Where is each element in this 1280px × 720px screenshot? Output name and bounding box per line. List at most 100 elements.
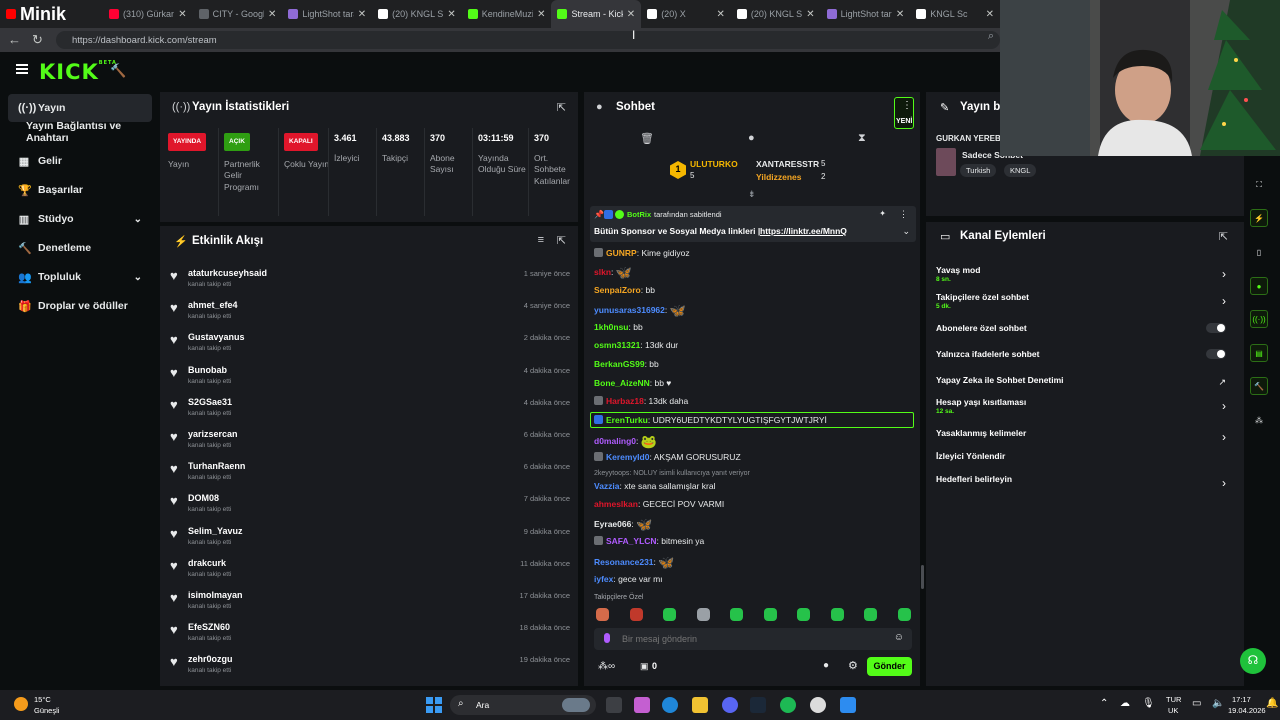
browser-tab[interactable]: (20) X ✕: [641, 0, 731, 28]
back-icon[interactable]: ←: [8, 32, 21, 47]
chat-message[interactable]: yunusaras316962: 🦋: [594, 303, 686, 319]
browser-tab[interactable]: CITY - Google ✕: [193, 0, 283, 28]
hourglass-icon[interactable]: ⧗: [858, 132, 866, 145]
points-icon[interactable]: ⁂∞: [598, 661, 615, 672]
chat-input[interactable]: [622, 630, 882, 648]
chat-message[interactable]: slkn: 🦋: [594, 265, 632, 281]
chevron-right-icon[interactable]: ›: [1222, 267, 1226, 281]
browser-tab[interactable]: KendineMuzisy✕: [462, 0, 552, 28]
network-icon[interactable]: ☁: [1120, 698, 1130, 709]
chat-input-box[interactable]: ☺: [594, 628, 912, 650]
follower-name[interactable]: DOM08: [188, 493, 219, 503]
chat-username[interactable]: SAFA_YLCN: [606, 536, 657, 546]
chat-message[interactable]: GUNRP: Kime gidiyoz: [594, 248, 690, 258]
top-chatter-1-name[interactable]: ULUTURKO: [690, 159, 738, 169]
close-icon[interactable]: ✕: [447, 9, 455, 20]
close-icon[interactable]: ✕: [896, 9, 904, 20]
chat-username[interactable]: KeremyId0: [606, 452, 649, 462]
browser-tab[interactable]: LightShot taraf ✕: [282, 0, 372, 28]
emote-icon[interactable]: [663, 608, 676, 621]
close-icon[interactable]: ✕: [806, 9, 814, 20]
chat-username[interactable]: Vazzia: [594, 481, 620, 491]
task-view-icon[interactable]: [606, 697, 622, 713]
sidebar-item[interactable]: 🔨 Denetleme: [8, 234, 152, 262]
chat-username[interactable]: slkn: [594, 267, 611, 277]
sidebar-item[interactable]: Yayın Bağlantısı ve Anahtarı: [8, 118, 160, 146]
follower-name[interactable]: S2GSae31: [188, 397, 232, 407]
chat-icon[interactable]: ●: [748, 132, 755, 144]
chat-menu-button[interactable]: ⋮ YENİ: [894, 97, 914, 129]
group-icon[interactable]: ⁂: [1250, 411, 1268, 429]
expand-icon[interactable]: ⇟: [748, 189, 756, 200]
chevron-down-icon[interactable]: ⌄: [134, 214, 142, 225]
follower-name[interactable]: TurhanRaenn: [188, 461, 245, 471]
channel-action-item[interactable]: Yalnızca ifadelerle sohbet: [936, 349, 1226, 373]
close-icon[interactable]: ✕: [627, 9, 635, 20]
activity-row[interactable]: ♥ Gustavyanus kanalı takip etti 2 dakika ön…: [170, 328, 570, 360]
chat-username[interactable]: Resonance231: [594, 557, 654, 567]
toggle-switch[interactable]: [1206, 323, 1226, 333]
activity-row[interactable]: ♥ drakcurk kanalı takip etti 11 dakika önce: [170, 554, 570, 586]
activity-row[interactable]: ♥ ahmet_efe4 kanalı takip etti 4 saniye önc…: [170, 296, 570, 328]
channel-action-item[interactable]: Hedefleri belirleyin ›: [936, 474, 1226, 498]
chat-username[interactable]: Harbaz18: [606, 396, 644, 406]
file-explorer-icon[interactable]: [692, 697, 708, 713]
trash-icon[interactable]: ▯: [1250, 243, 1268, 261]
chevron-down-icon[interactable]: ⌄: [902, 226, 910, 237]
close-icon[interactable]: ✕: [268, 9, 276, 20]
pin-icon[interactable]: ✦: [879, 209, 886, 218]
kick-logo[interactable]: KICKBETA: [39, 60, 117, 84]
follower-name[interactable]: ahmet_efe4: [188, 300, 238, 310]
tag-chip[interactable]: Turkish: [960, 164, 997, 177]
close-icon[interactable]: ✕: [986, 9, 994, 20]
follower-name[interactable]: isimolmayan: [188, 590, 243, 600]
follower-name[interactable]: Selim_Yavuz: [188, 526, 243, 536]
chat-message[interactable]: Eyrae066: 🦋: [594, 517, 652, 533]
bell-icon[interactable]: 🔔: [1266, 698, 1278, 709]
support-icon[interactable]: ☊: [1240, 648, 1266, 674]
chat-message[interactable]: 1kh0nsu: bb: [594, 322, 643, 332]
popout-icon[interactable]: ⇱: [557, 101, 566, 114]
activity-row[interactable]: ♥ yarizsercan kanalı takip etti 6 dakika ön…: [170, 425, 570, 457]
sidebar-item[interactable]: 🎁 Droplar ve ödüller: [8, 292, 152, 320]
channel-action-item[interactable]: İzleyici Yönlendir: [936, 451, 1226, 475]
follower-name[interactable]: yarizsercan: [188, 429, 238, 439]
chat-username[interactable]: Eyrae066: [594, 519, 631, 529]
fullscreen-icon[interactable]: ⛶: [1250, 176, 1268, 194]
chat-message[interactable]: Resonance231: 🦋: [594, 555, 674, 571]
windows-start-icon[interactable]: [426, 697, 442, 713]
copilot-icon[interactable]: [634, 697, 650, 713]
channel-action-item[interactable]: Abonelere özel sohbet: [936, 323, 1226, 347]
chrome-icon[interactable]: [810, 697, 826, 713]
chevron-right-icon[interactable]: ›: [1222, 399, 1226, 413]
top-chatter-3-name[interactable]: Yildizzenes: [756, 172, 802, 182]
volume-icon[interactable]: 🔈: [1212, 698, 1224, 709]
chat-username[interactable]: d0maling0: [594, 436, 636, 446]
toggle-switch[interactable]: [1206, 349, 1226, 359]
activity-row[interactable]: ♥ ataturkcuseyhsaid kanalı takip etti 1 san…: [170, 264, 570, 296]
pinned-link[interactable]: https://linktr.ee/MnnQ: [760, 226, 847, 236]
chat-scrollbar[interactable]: [921, 565, 924, 589]
send-button[interactable]: Gönder: [867, 657, 912, 676]
channel-action-item[interactable]: Hesap yaşı kısıtlaması 12 sa. ›: [936, 397, 1226, 421]
emote-icon[interactable]: [596, 608, 609, 621]
follower-name[interactable]: ataturkcuseyhsaid: [188, 268, 267, 278]
chat-username[interactable]: 1kh0nsu: [594, 322, 629, 332]
follower-name[interactable]: drakcurk: [188, 558, 226, 568]
reload-icon[interactable]: ↻: [32, 32, 43, 48]
emoji-icon[interactable]: ☺: [894, 632, 904, 643]
channel-action-item[interactable]: Takipçilere özel sohbet 5 dk. ›: [936, 292, 1226, 316]
gear-icon[interactable]: ⚙: [848, 659, 858, 672]
chat-username[interactable]: BerkanGS99: [594, 359, 645, 369]
chat-icon[interactable]: ●: [1250, 277, 1268, 295]
spotify-icon[interactable]: [780, 697, 796, 713]
chat-username[interactable]: GUNRP: [606, 248, 637, 258]
chat-message[interactable]: Harbaz18: 13dk daha: [594, 396, 688, 406]
chat-message[interactable]: Vazzia: xte sana sallamışlar kral: [594, 481, 715, 491]
activity-row[interactable]: ♥ Bunobab kanalı takip etti 4 dakika önce: [170, 361, 570, 393]
popout-icon[interactable]: ⇱: [1219, 230, 1228, 243]
chat-username[interactable]: Bone_AizeNN: [594, 378, 650, 388]
kebab-icon[interactable]: ⋮: [899, 209, 908, 220]
follower-name[interactable]: EfeSZN60: [188, 622, 230, 632]
mic-icon[interactable]: 🎙: [1142, 698, 1155, 709]
